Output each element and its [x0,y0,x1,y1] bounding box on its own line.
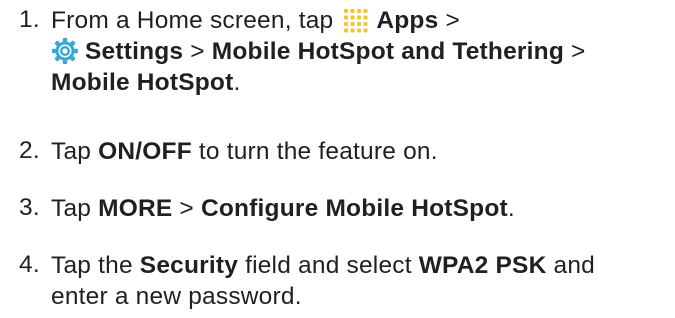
step-text: > [563,38,586,65]
step-text: Tap [51,195,99,222]
hotspot-tethering-label: Mobile HotSpot and Tethering [211,38,564,65]
step-text: and [546,252,595,279]
step-1-line-1: From a Home screen, tap Apps > [51,6,460,36]
step-number: 4. [19,251,40,278]
step-text: enter a new password. [51,283,302,310]
instruction-steps: 1. From a Home screen, tap Apps > Settin… [0,0,675,318]
apps-grid-icon [342,6,372,34]
step-text: Tap the [51,252,140,279]
step-text: . [233,69,241,96]
settings-gear-icon [51,37,81,65]
more-label: MORE [98,195,173,222]
step-number: 1. [19,6,40,33]
step-text: Tap [51,138,99,165]
step-text: > [183,38,212,65]
settings-label: Settings [85,38,184,65]
step-text: . [507,195,515,222]
step-1-line-3: Mobile HotSpot. [51,68,240,98]
step-text: > [438,7,460,34]
apps-label: Apps [376,7,439,34]
step-3-line-1: Tap MORE > Configure Mobile HotSpot. [51,194,515,224]
step-4-line-2: enter a new password. [51,282,302,312]
step-2-line-1: Tap ON/OFF to turn the feature on. [51,137,438,167]
step-1-line-2: Settings > Mobile HotSpot and Tethering … [51,37,586,67]
step-text: > [172,195,201,222]
step-text: to turn the feature on. [191,138,438,165]
security-label: Security [139,252,239,279]
step-4-line-1: Tap the Security field and select WPA2 P… [51,251,595,281]
step-number: 2. [19,137,40,164]
step-text: field and select [238,252,419,279]
mobile-hotspot-label: Mobile HotSpot [51,69,234,96]
step-number: 3. [19,194,40,221]
wpa2-psk-label: WPA2 PSK [418,252,547,279]
step-text: From a Home screen, tap [51,7,341,34]
on-off-label: ON/OFF [98,138,192,165]
configure-hotspot-label: Configure Mobile HotSpot [200,195,508,222]
